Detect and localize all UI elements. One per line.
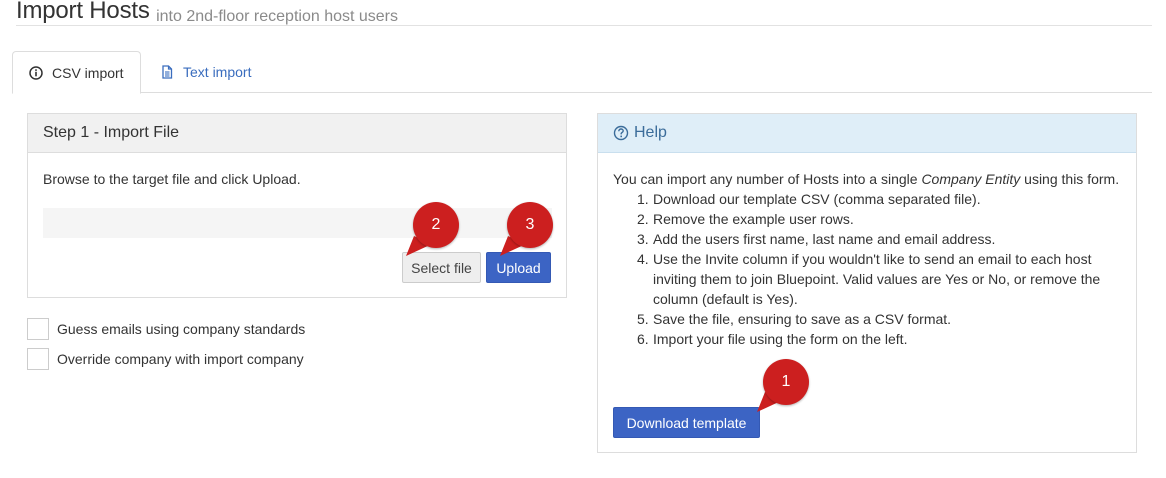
help-intro-emphasis: Company Entity	[921, 171, 1021, 187]
help-steps: 1. Download our template CSV (comma separ…	[613, 189, 1123, 349]
upload-button[interactable]: Upload	[486, 252, 551, 283]
import-file-panel: Step 1 - Import File Browse to the targe…	[27, 113, 567, 298]
question-circle-icon	[613, 125, 629, 141]
page-subtitle: into 2nd-floor reception host users	[156, 8, 399, 25]
page-title: Import Hosts	[16, 0, 150, 24]
tab-text-import[interactable]: Text import	[160, 51, 251, 93]
select-file-button[interactable]: Select file	[402, 252, 481, 283]
document-icon	[160, 65, 174, 79]
guess-emails-checkbox[interactable]	[27, 318, 49, 340]
help-heading-label: Help	[634, 124, 667, 141]
tab-text-import-label: Text import	[183, 64, 252, 80]
browse-instruction: Browse to the target file and click Uplo…	[43, 171, 301, 187]
help-intro-prefix: You can import any number of Hosts into …	[613, 171, 922, 187]
help-body: You can import any number of Hosts into …	[613, 169, 1123, 349]
override-company-checkbox[interactable]	[27, 348, 49, 370]
help-intro-suffix: using this form.	[1020, 171, 1120, 187]
help-step-text: Add the users first name, last name and …	[653, 231, 996, 247]
page-header: Import Hosts into 2nd-floor reception ho…	[16, 0, 1152, 26]
help-intro: You can import any number of Hosts into …	[613, 169, 1123, 189]
download-template-button[interactable]: Download template	[613, 407, 760, 438]
help-step-text: Save the file, ensuring to save as a CSV…	[653, 311, 952, 327]
callout-badge-1: 1	[763, 359, 809, 405]
help-step-text: Import your file using the form on the l…	[653, 331, 908, 347]
help-panel: Help You can import any number of Hosts …	[597, 113, 1137, 453]
tab-csv-import[interactable]: CSV import	[12, 51, 141, 94]
help-step: 1. Download our template CSV (comma separ…	[637, 191, 981, 207]
help-step-text: Use the Invite column if you wouldn't li…	[653, 251, 1101, 307]
callout-badge-3: 3	[507, 202, 553, 248]
info-circle-icon	[29, 65, 43, 80]
help-step: 4. Use the Invite column if you wouldn't …	[637, 251, 1101, 307]
help-step: 3. Add the users first name, last name an…	[637, 231, 996, 247]
file-name-display[interactable]	[43, 208, 552, 238]
guess-emails-option[interactable]: Guess emails using company standards	[27, 318, 305, 340]
guess-emails-label: Guess emails using company standards	[57, 321, 306, 337]
callout-badge-2: 2	[413, 202, 459, 248]
help-step-text: Remove the example user rows.	[653, 211, 854, 227]
help-step: 6. Import your file using the form on the…	[637, 331, 908, 347]
help-step-text: Download our template CSV (comma separat…	[653, 191, 981, 207]
help-heading: Help	[598, 114, 1136, 153]
import-tabs: CSV import Text import	[12, 51, 1152, 94]
import-file-heading: Step 1 - Import File	[28, 114, 566, 153]
help-step: 2. Remove the example user rows.	[637, 211, 854, 227]
tab-csv-import-label: CSV import	[52, 64, 124, 81]
override-company-option[interactable]: Override company with import company	[27, 348, 304, 370]
help-step: 5. Save the file, ensuring to save as a C…	[637, 311, 952, 327]
override-company-label: Override company with import company	[57, 351, 304, 367]
